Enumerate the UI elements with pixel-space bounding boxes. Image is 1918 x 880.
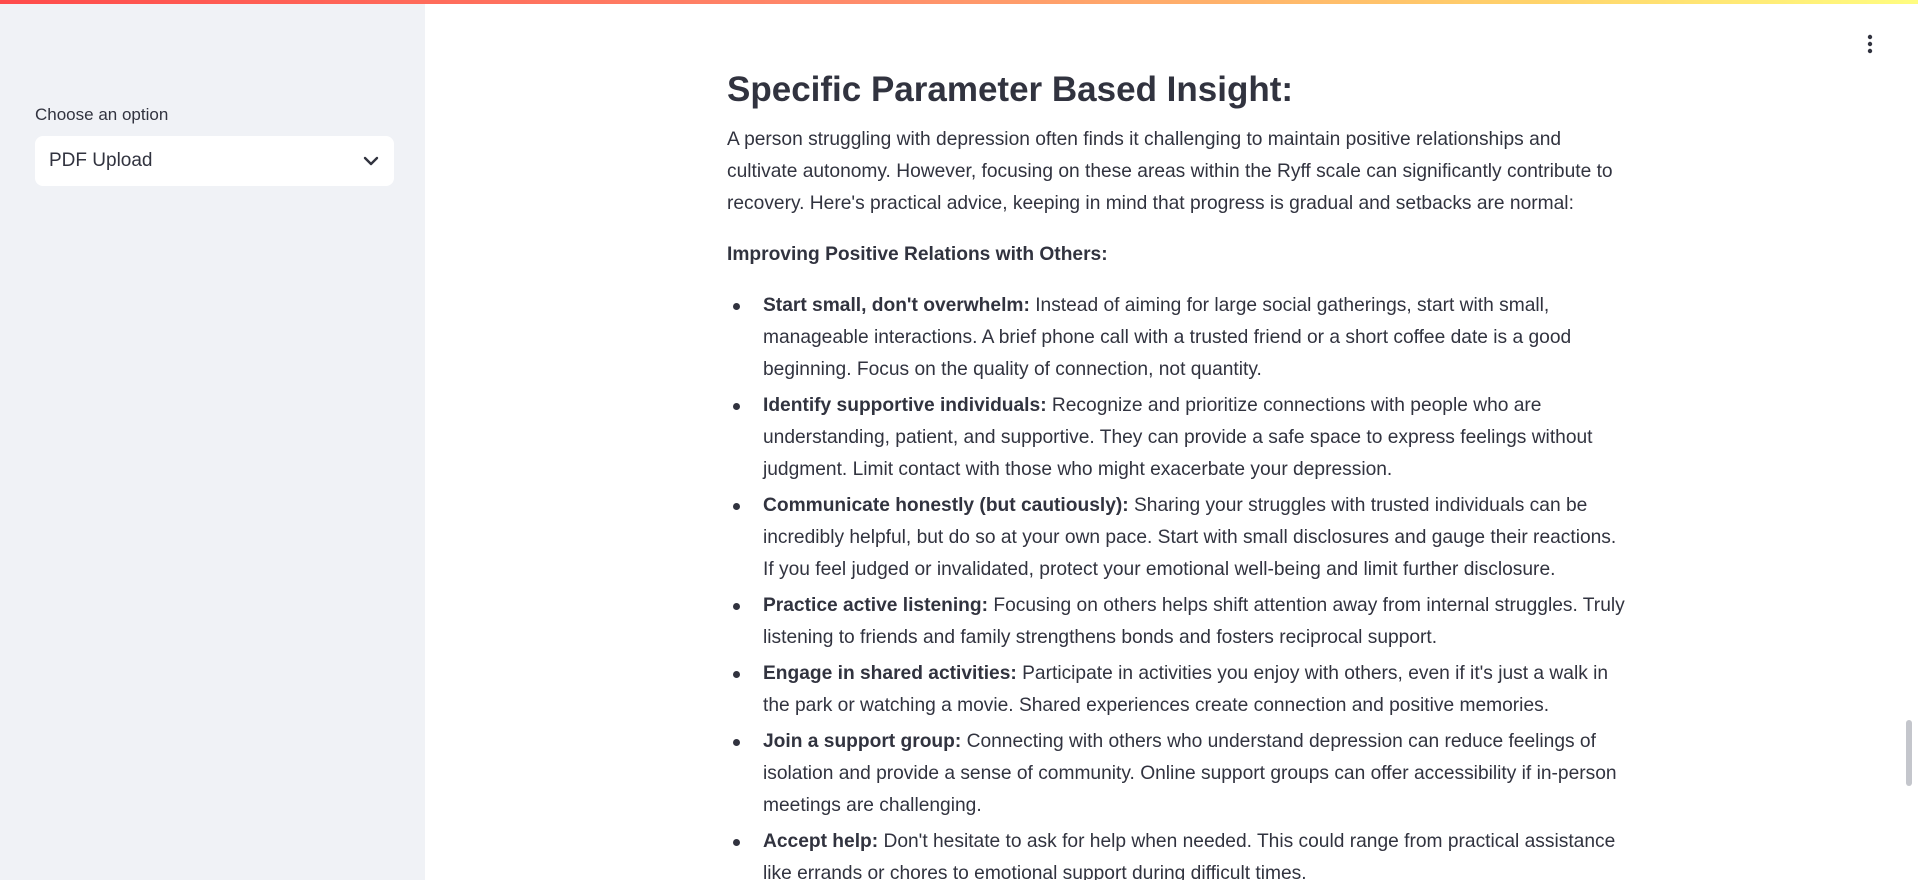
bullet <box>733 739 740 746</box>
bullet <box>733 303 740 310</box>
sidebar: Choose an option PDF Upload <box>0 0 425 880</box>
bullet <box>733 603 740 610</box>
tip-title: Communicate honestly (but cautiously): <box>763 495 1129 516</box>
tip-title: Start small, don't overwhelm: <box>763 295 1030 316</box>
bullet <box>733 503 740 510</box>
list-item: Join a support group: Connecting with ot… <box>733 726 1627 822</box>
tips-list: Start small, don't overwhelm: Instead of… <box>727 290 1627 880</box>
select-value: PDF Upload <box>49 150 153 171</box>
list-item: Accept help: Don't hesitate to ask for h… <box>733 826 1627 880</box>
section-subheading: Improving Positive Relations with Others… <box>727 244 1108 265</box>
bullet <box>733 839 740 846</box>
list-item: Practice active listening: Focusing on o… <box>733 590 1627 654</box>
kebab-menu-icon <box>1867 34 1873 59</box>
list-item: Communicate honestly (but cautiously): S… <box>733 490 1627 586</box>
main-content: Specific Parameter Based Insight: A pers… <box>425 0 1918 880</box>
tip-title: Join a support group: <box>763 731 962 752</box>
scrollbar-thumb[interactable] <box>1906 720 1912 786</box>
option-select[interactable]: PDF Upload <box>35 136 394 186</box>
tip-title: Practice active listening: <box>763 595 989 616</box>
main-menu-button[interactable] <box>1860 34 1880 58</box>
list-item: Identify supportive individuals: Recogni… <box>733 390 1627 486</box>
tip-text: Don't hesitate to ask for help when need… <box>763 831 1616 880</box>
insight-section: Specific Parameter Based Insight: A pers… <box>727 68 1627 880</box>
tip-title: Identify supportive individuals: <box>763 395 1047 416</box>
page-title: Specific Parameter Based Insight: <box>727 70 1294 109</box>
chevron-down-icon <box>362 152 380 170</box>
bullet <box>733 671 740 678</box>
tip-title: Accept help: <box>763 831 879 852</box>
list-item: Engage in shared activities: Participate… <box>733 658 1627 722</box>
tip-title: Engage in shared activities: <box>763 663 1017 684</box>
list-item: Start small, don't overwhelm: Instead of… <box>733 290 1627 386</box>
bullet <box>733 403 740 410</box>
select-label: Choose an option <box>35 105 169 124</box>
intro-paragraph: A person struggling with depression ofte… <box>727 129 1613 214</box>
top-decoration-bar <box>0 0 1918 4</box>
